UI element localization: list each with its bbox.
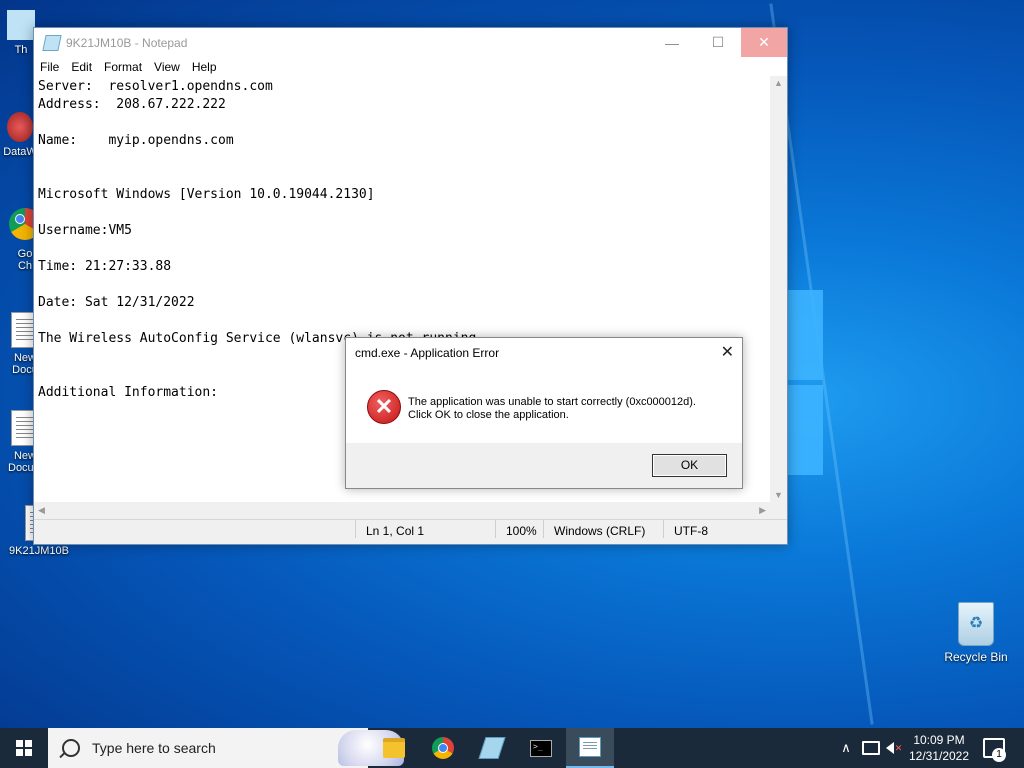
recycle-bin-icon bbox=[958, 602, 994, 646]
error-icon: ✕ bbox=[367, 390, 401, 424]
minimize-button[interactable]: — bbox=[649, 28, 695, 57]
app-icon bbox=[7, 112, 33, 142]
minimize-icon: — bbox=[665, 34, 679, 51]
status-line-ending: Windows (CRLF) bbox=[543, 520, 645, 538]
scroll-down-icon[interactable]: ▼ bbox=[774, 490, 783, 500]
quill-icon bbox=[478, 737, 506, 759]
status-encoding: UTF-8 bbox=[663, 520, 708, 538]
close-icon: ✕ bbox=[720, 344, 734, 361]
menu-file[interactable]: File bbox=[34, 60, 65, 74]
application-error-dialog[interactable]: cmd.exe - Application Error ✕ ✕ The appl… bbox=[345, 337, 743, 489]
folder-icon bbox=[7, 10, 35, 40]
status-zoom: 100% bbox=[495, 520, 537, 538]
taskbar-notepad[interactable] bbox=[566, 728, 614, 768]
notepad-icon bbox=[42, 35, 62, 51]
vertical-scrollbar[interactable]: ▲ ▼ bbox=[770, 76, 787, 519]
menu-format[interactable]: Format bbox=[98, 60, 148, 74]
error-message: The application was unable to start corr… bbox=[408, 396, 696, 422]
folder-icon bbox=[383, 738, 405, 758]
error-message-line-2: Click OK to close the application. bbox=[408, 409, 569, 421]
close-icon: ✕ bbox=[758, 34, 770, 50]
menu-view[interactable]: View bbox=[148, 60, 186, 74]
clock-time: 10:09 PM bbox=[913, 733, 965, 747]
tray-chevron-button[interactable]: ∧ bbox=[836, 728, 856, 768]
maximize-button[interactable]: ☐ bbox=[695, 28, 741, 57]
ok-button[interactable]: OK bbox=[652, 454, 727, 477]
recycle-bin-label: Recycle Bin bbox=[944, 650, 1008, 664]
dialog-close-button[interactable]: ✕ bbox=[721, 338, 734, 368]
maximize-icon: ☐ bbox=[711, 34, 725, 50]
error-message-line-1: The application was unable to start corr… bbox=[408, 396, 696, 408]
start-button[interactable] bbox=[0, 728, 48, 768]
desktop-icon-label: 9K21JM10B bbox=[9, 545, 69, 557]
horizontal-scrollbar[interactable]: ◀ ▶ bbox=[34, 502, 770, 519]
taskbar-app[interactable] bbox=[468, 728, 516, 768]
search-box[interactable]: Type here to search bbox=[48, 728, 404, 768]
notepad-icon bbox=[579, 737, 601, 757]
windows-icon bbox=[16, 740, 32, 756]
taskbar-chrome[interactable] bbox=[419, 728, 467, 768]
dialog-footer: OK bbox=[346, 443, 742, 488]
network-icon[interactable] bbox=[860, 728, 882, 768]
menu-bar: File Edit Format View Help bbox=[34, 58, 787, 76]
search-placeholder: Type here to search bbox=[92, 740, 216, 756]
dialog-title: cmd.exe - Application Error bbox=[355, 346, 500, 360]
notification-badge: 1 bbox=[992, 748, 1006, 762]
status-bar: Ln 1, Col 1 100% Windows (CRLF) UTF-8 bbox=[34, 519, 787, 544]
menu-help[interactable]: Help bbox=[186, 60, 223, 74]
clock-date: 12/31/2022 bbox=[908, 749, 970, 763]
wallpaper-windows-logo bbox=[785, 290, 823, 480]
window-title: 9K21JM10B - Notepad bbox=[66, 36, 188, 50]
notepad-title-bar[interactable]: 9K21JM10B - Notepad — ☐ ✕ bbox=[34, 28, 787, 58]
menu-edit[interactable]: Edit bbox=[65, 60, 98, 74]
status-position: Ln 1, Col 1 bbox=[355, 520, 424, 538]
chevron-up-icon: ∧ bbox=[841, 740, 851, 755]
dialog-title-bar[interactable]: cmd.exe - Application Error ✕ bbox=[346, 338, 742, 368]
search-icon bbox=[62, 739, 80, 757]
taskbar-cmd[interactable]: >_ bbox=[517, 728, 565, 768]
scroll-left-icon[interactable]: ◀ bbox=[38, 505, 45, 516]
scroll-right-icon[interactable]: ▶ bbox=[759, 505, 766, 516]
dialog-body: ✕ The application was unable to start co… bbox=[346, 368, 742, 441]
cmd-icon: >_ bbox=[530, 739, 552, 757]
chrome-icon bbox=[432, 737, 454, 759]
clock[interactable]: 10:09 PM 12/31/2022 bbox=[900, 732, 978, 764]
scrollbar-corner bbox=[770, 502, 787, 519]
desktop-icon-recycle-bin[interactable]: Recycle Bin bbox=[940, 602, 1012, 664]
scroll-up-icon[interactable]: ▲ bbox=[774, 78, 783, 88]
taskbar: Type here to search >_ ∧ ✕ 10:09 PM 12/3… bbox=[0, 728, 1024, 768]
close-button[interactable]: ✕ bbox=[741, 28, 787, 57]
taskbar-file-explorer[interactable] bbox=[370, 728, 418, 768]
